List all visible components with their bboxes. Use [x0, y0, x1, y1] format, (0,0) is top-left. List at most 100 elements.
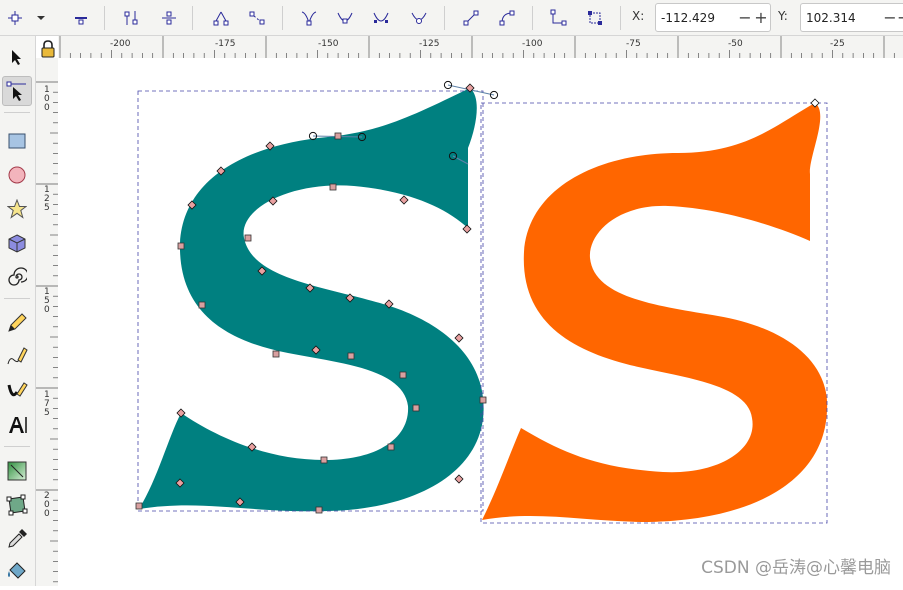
path-node[interactable] [412, 404, 420, 412]
y-coordinate-field[interactable]: − + [800, 3, 903, 32]
delete-segment-button[interactable] [244, 5, 270, 31]
path-node[interactable] [272, 350, 280, 358]
path-node[interactable] [462, 224, 472, 234]
text-tool-icon [9, 417, 27, 433]
break-path-button[interactable] [156, 5, 182, 31]
path-node[interactable] [329, 183, 337, 191]
ruler-label: -50 [728, 39, 743, 49]
x-coordinate-field[interactable]: − + [655, 3, 771, 32]
path-node[interactable] [454, 333, 464, 343]
star-tool[interactable] [2, 194, 32, 224]
path-node[interactable] [177, 242, 185, 250]
path-node[interactable] [399, 371, 407, 379]
make-cusp-button[interactable] [296, 5, 322, 31]
ruler-digit: 5 [44, 408, 50, 418]
teal-s-path[interactable] [139, 88, 484, 512]
path-node[interactable] [399, 195, 409, 205]
ruler-digit: 0 [44, 509, 50, 519]
stroke-to-path-button[interactable] [582, 5, 608, 31]
spiral-icon [8, 267, 27, 286]
3d-box-icon [8, 234, 26, 253]
pencil-tool[interactable] [2, 308, 32, 338]
spiral-tool[interactable] [2, 262, 32, 292]
ruler-label-group: 1 7 5 [44, 391, 52, 418]
x-coordinate-input[interactable] [659, 9, 733, 27]
ruler-label: -150 [318, 39, 339, 49]
path-node[interactable] [244, 234, 252, 242]
x-increment-button[interactable]: + [752, 9, 770, 27]
delete-node-icon [75, 17, 87, 25]
join-segment-icon [213, 11, 229, 26]
join-nodes-button[interactable] [118, 5, 144, 31]
text-tool[interactable] [2, 410, 32, 440]
path-node[interactable] [387, 443, 395, 451]
join-nodes-icon [124, 11, 138, 25]
paint-bucket-tool[interactable] [2, 556, 32, 586]
make-line-button[interactable] [458, 5, 484, 31]
make-curve-button[interactable] [494, 5, 520, 31]
eyedropper-icon [8, 529, 27, 548]
y-increment-button[interactable]: + [897, 9, 903, 27]
lock-icon [41, 40, 55, 58]
path-node[interactable] [135, 502, 143, 510]
node-tool-controls-bar: X: − + Y: − + [0, 0, 903, 36]
mesh-tool[interactable] [2, 490, 32, 520]
rectangle-tool[interactable] [2, 126, 32, 156]
gradient-tool[interactable] [2, 456, 32, 486]
orange-s-path[interactable] [482, 103, 828, 522]
pen-tool[interactable] [2, 342, 32, 372]
pen-bezier-icon [7, 347, 28, 365]
ruler-digit: 5 [44, 203, 50, 213]
x-coordinate-label: X: [632, 9, 645, 23]
mesh-icon [6, 494, 28, 516]
symmetric-node-icon [373, 12, 389, 23]
lock-guides-button[interactable] [38, 39, 58, 59]
horizontal-ruler[interactable]: -200 -175 -150 -125 -100 -75 -50 -25 [58, 36, 903, 58]
insert-node-dropdown[interactable] [32, 5, 50, 31]
arrow-pointer-icon [12, 50, 21, 65]
dropper-tool[interactable] [2, 524, 32, 554]
selector-tool[interactable] [2, 42, 32, 72]
path-node[interactable] [198, 301, 206, 309]
make-smooth-button[interactable] [332, 5, 358, 31]
horizontal-ruler-ticks [59, 36, 895, 58]
ruler-label-group: 1 5 0 [44, 288, 52, 315]
drawing-canvas[interactable]: CSDN @岳涛@心馨电脑 [58, 58, 903, 586]
smooth-node-icon [337, 12, 353, 24]
ruler-label: -100 [522, 39, 543, 49]
object-to-path-button[interactable] [546, 5, 572, 31]
delete-node-button[interactable] [68, 5, 94, 31]
object-to-path-icon [550, 9, 567, 26]
ruler-label-group: 1 2 5 [44, 186, 52, 213]
calligraphy-tool[interactable] [2, 376, 32, 406]
path-node[interactable] [320, 456, 328, 464]
ruler-label-group: 1 0 0 [44, 86, 52, 113]
vertical-ruler[interactable]: 1 0 0 1 2 5 1 5 0 1 7 5 2 0 0 [36, 58, 58, 586]
ruler-label: -125 [419, 39, 440, 49]
canvas-artwork [135, 80, 828, 524]
delete-segment-icon [249, 11, 265, 25]
ruler-label: -175 [215, 39, 236, 49]
path-node[interactable] [479, 396, 487, 404]
y-coordinate-input[interactable] [804, 9, 878, 27]
make-symmetric-button[interactable] [368, 5, 394, 31]
toolbox [0, 36, 36, 586]
join-segment-button[interactable] [208, 5, 234, 31]
make-auto-smooth-button[interactable] [406, 5, 432, 31]
calligraphy-pen-icon [7, 382, 28, 397]
node-tool[interactable] [2, 76, 32, 106]
ruler-digit: 0 [44, 103, 50, 113]
pencil-icon [8, 313, 27, 332]
ellipse-tool[interactable] [2, 160, 32, 190]
insert-node-button[interactable] [2, 5, 28, 31]
3d-box-tool[interactable] [2, 228, 32, 258]
path-node[interactable] [454, 474, 464, 484]
path-node[interactable] [347, 352, 355, 360]
path-node[interactable] [315, 506, 323, 514]
star-icon [7, 199, 27, 219]
y-coordinate-label: Y: [778, 9, 788, 23]
break-path-icon [162, 11, 176, 25]
cusp-node-icon [301, 11, 317, 26]
ruler-label: -75 [626, 39, 641, 49]
path-node[interactable] [334, 132, 342, 140]
